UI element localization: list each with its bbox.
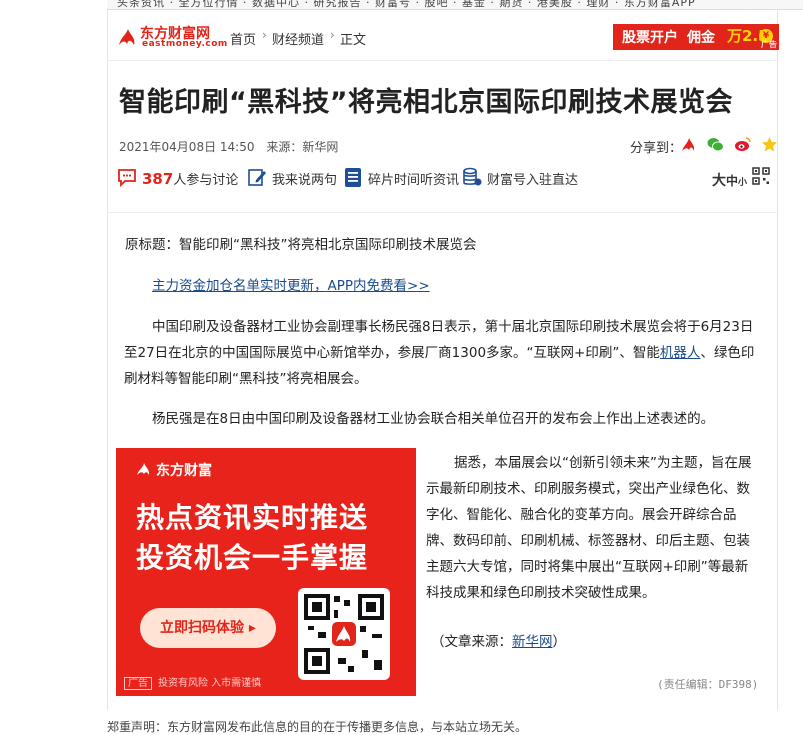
ad-footer: 广告 投资有风险 入市需谨慎 — [124, 674, 262, 690]
top-nav-strip[interactable]: 头条资讯 · 全方位行情 · 数据中心 · 研究报告 · 财富号 · 股吧 · … — [117, 0, 696, 9]
font-small-option[interactable]: 小 — [738, 178, 747, 188]
open-account-banner[interactable]: 股票开户 佣金 万2.5 ¥ 广告 — [613, 24, 779, 50]
article-toolbar: 387人参与讨论 我来说两句 碎片时间听资讯 财富号入驻直达 大中小 — [116, 163, 778, 191]
flame-logo-icon — [137, 463, 150, 475]
disclaimer: 郑重声明：东方财富网发布此信息的目的在于传播更多信息，与本站立场无关。 — [107, 720, 528, 734]
app-ad-banner[interactable]: 东方财富 热点资讯实时推送 投资机会一手掌握 立即扫码体验 ▸ 广告 投资有风险 … — [116, 448, 416, 696]
site-logo[interactable]: 东方财富网 eastmoney.com — [116, 22, 228, 52]
paragraph-3: 据悉，本届展会以“创新引领未来”为主题，旨在展示最新印刷技术、印刷服务模式，突出… — [426, 455, 752, 601]
chevron-right-icon: › — [262, 28, 267, 42]
share-bar — [680, 136, 783, 154]
discuss-label: 人参与讨论 — [173, 173, 239, 188]
source-prefix: （文章来源： — [431, 634, 512, 650]
app-promo-link-row: 主力资金加仓名单实时更新，APP内免费看>> — [152, 273, 430, 299]
paragraph-1: 中国印刷及设备器材工业协会副理事长杨民强8日表示，第十届北京国际印刷技术展览会将… — [124, 314, 756, 392]
breadcrumb-home[interactable]: 首页 — [230, 29, 256, 48]
database-stack-icon — [463, 167, 482, 186]
xinhua-source-link[interactable]: 新华网 — [512, 634, 553, 650]
share-label: 分享到： — [630, 141, 683, 156]
app-promo-link[interactable]: 主力资金加仓名单实时更新，APP内免费看>> — [152, 278, 430, 294]
breadcrumb-current: 正文 — [340, 33, 367, 48]
risk-warning: 投资有风险 入市需谨慎 — [158, 678, 262, 689]
promo-open-account: 股票开户 — [622, 30, 678, 46]
divider — [107, 60, 778, 61]
divider — [107, 212, 778, 213]
qr-code-icon[interactable] — [752, 167, 770, 185]
ad-headline-2: 投资机会一手掌握 — [136, 541, 369, 574]
discuss-count: 387 — [142, 170, 174, 188]
qr-code-icon — [304, 594, 384, 674]
ad-tag: 广告 — [124, 677, 152, 690]
caifuhao-label: 财富号入驻直达 — [487, 173, 579, 188]
logo-domain: eastmoney.com — [142, 39, 228, 49]
listen-label: 碎片时间听资讯 — [368, 173, 460, 188]
app-qr-code — [298, 588, 390, 680]
article-meta: 2021年04月08日 14:50 来源：新华网 — [119, 138, 346, 155]
star-favorite-icon[interactable] — [761, 136, 778, 153]
responsible-editor: (责任编辑：DF398) — [657, 678, 759, 691]
comment-bubble-icon — [118, 169, 136, 188]
promo-commission: 佣金 — [687, 30, 715, 46]
font-mid-option[interactable]: 中 — [726, 174, 738, 188]
wechat-share-icon[interactable] — [707, 136, 725, 153]
publish-date: 2021年04月08日 14:50 — [119, 140, 255, 154]
eastmoney-share-icon[interactable] — [680, 136, 697, 153]
article-source-line: （文章来源：新华网） — [431, 629, 566, 655]
font-size-switch[interactable]: 大中小 — [712, 170, 747, 190]
ad-headline-1: 热点资讯实时推送 — [136, 501, 369, 534]
ad-brand-text: 东方财富 — [156, 463, 212, 479]
original-title: 原标题：智能印刷“黑科技”将亮相北京国际印刷技术展览会 — [125, 237, 477, 253]
top-nav-bar: 头条资讯 · 全方位行情 · 数据中心 · 研究报告 · 财富号 · 股吧 · … — [107, 0, 803, 10]
comment-label: 我来说两句 — [272, 173, 338, 188]
edit-pencil-icon — [248, 169, 266, 186]
breadcrumb-channel[interactable]: 财经频道 — [272, 29, 324, 48]
document-list-icon — [345, 168, 361, 187]
ad-tag: 广告 — [761, 40, 777, 49]
article-title: 智能印刷“黑科技”将亮相北京国际印刷技术展览会 — [119, 87, 733, 118]
scan-experience-button[interactable]: 立即扫码体验 ▸ — [140, 608, 276, 648]
flame-logo-icon — [119, 29, 135, 45]
paragraph-2: 杨民强是在8日由中国印刷及设备器材工业协会联合相关单位召开的发布会上作出上述表述… — [152, 411, 715, 427]
chevron-right-icon: › — [330, 28, 335, 42]
font-big-option[interactable]: 大 — [712, 173, 726, 189]
source-suffix: ） — [552, 634, 567, 650]
robot-link[interactable]: 机器人 — [660, 345, 701, 361]
weibo-share-icon[interactable] — [734, 136, 751, 153]
article-source: 来源：新华网 — [266, 140, 339, 154]
